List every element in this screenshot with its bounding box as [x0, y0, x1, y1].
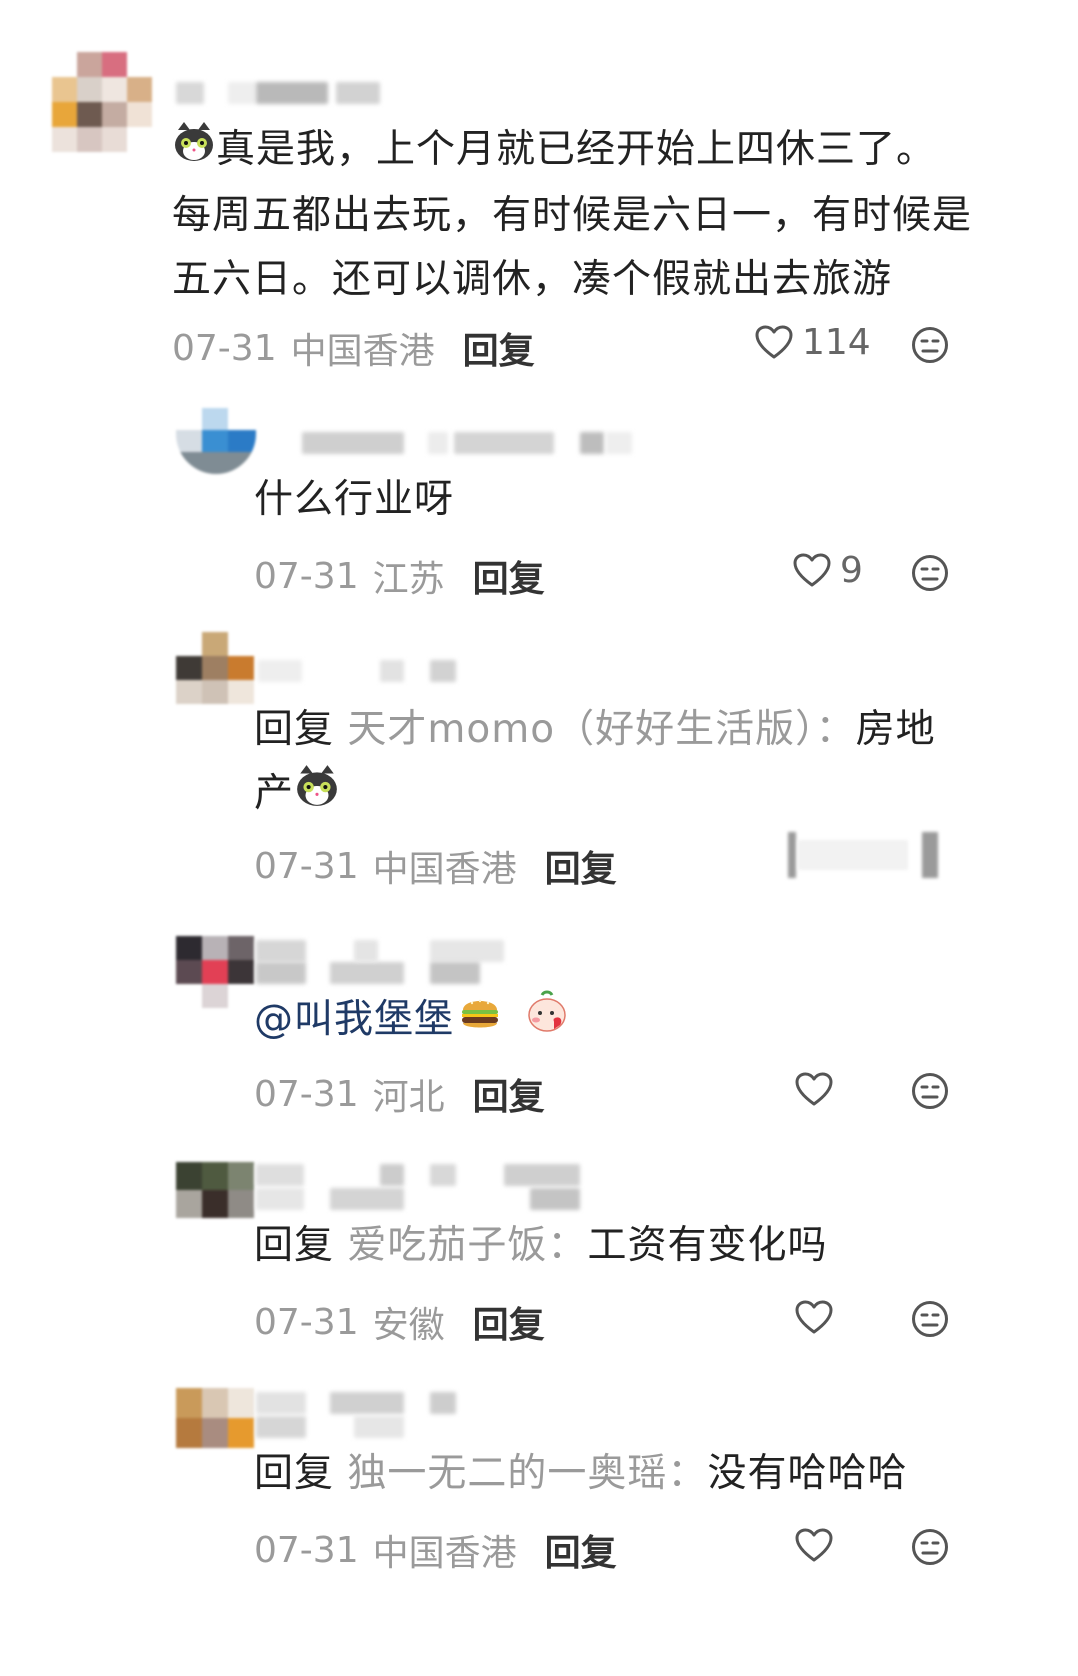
dislike-face-icon: [911, 555, 949, 596]
like-button[interactable]: 9: [792, 550, 863, 591]
reply-target-user[interactable]: 天才momo（好好生活版）：: [347, 707, 855, 752]
comment-body: 工资有变化吗: [587, 1223, 828, 1268]
comment-text: 什么行业呀: [254, 468, 954, 532]
avatar[interactable]: [176, 1162, 254, 1218]
cat-emoji: [294, 763, 340, 829]
comment-body: 真是我，上个月就已经开始上四休三了。每周五都出去玩，有时候是六日一，有时候是五六…: [172, 127, 973, 302]
reply-button[interactable]: 回复: [473, 1068, 545, 1120]
comment-location: 中国香港: [372, 1533, 517, 1574]
comment-date: 07-31: [172, 327, 277, 369]
comment-text: @叫我堡堡: [254, 988, 954, 1055]
avatar[interactable]: [176, 632, 254, 704]
reply-target-user[interactable]: 爱吃茄子饭：: [347, 1223, 587, 1268]
like-button[interactable]: [794, 1070, 834, 1110]
reply-button[interactable]: 回复: [463, 322, 535, 374]
comment-location: 河北: [372, 1077, 445, 1118]
comment-text: 回复 爱吃茄子饭：工资有变化吗: [254, 1214, 954, 1278]
comment-meta: 07-31 中国香港 回复: [172, 322, 535, 374]
heart-icon: [792, 551, 832, 591]
comment-text: 回复 独一无二的一奥瑶：没有哈哈哈: [254, 1442, 954, 1506]
dislike-face-icon: [911, 1529, 949, 1570]
dislike-button[interactable]: [911, 1528, 949, 1570]
comment-meta: 07-31 中国香港 回复: [254, 1524, 617, 1576]
reply-button[interactable]: 回复: [545, 1524, 617, 1576]
avatar[interactable]: [176, 408, 256, 474]
heart-icon: [794, 1298, 834, 1338]
reply-prefix: 回复: [254, 707, 335, 752]
like-count: 114: [802, 322, 871, 363]
heart-icon: [794, 1070, 834, 1110]
comment-meta: 07-31 中国香港 回复: [254, 840, 617, 892]
dislike-button[interactable]: [911, 1072, 949, 1114]
comment-date: 07-31: [254, 1301, 359, 1343]
comment-text: 回复 天才momo（好好生活版）：房地产: [254, 698, 954, 829]
comment-meta: 07-31 江苏 回复: [254, 550, 545, 602]
comment-location: 中国香港: [372, 849, 517, 890]
comment-date: 07-31: [254, 845, 359, 887]
heart-icon: [794, 1526, 834, 1566]
comment-date: 07-31: [254, 1073, 359, 1115]
dislike-face-icon: [911, 327, 949, 368]
like-count: 9: [840, 550, 863, 591]
comment-text: 真是我，上个月就已经开始上四休三了。每周五都出去玩，有时候是六日一，有时候是五六…: [172, 118, 972, 312]
heart-icon: [754, 323, 794, 363]
dislike-face-icon: [911, 1073, 949, 1114]
comment-date: 07-31: [254, 1529, 359, 1571]
reply-prefix: 回复: [254, 1223, 335, 1268]
comment-meta: 07-31 安徽 回复: [254, 1296, 545, 1348]
comment-date: 07-31: [254, 555, 359, 597]
reply-button[interactable]: 回复: [473, 1296, 545, 1348]
reply-button[interactable]: 回复: [473, 550, 545, 602]
comment-meta: 07-31 河北 回复: [254, 1068, 545, 1120]
dislike-button[interactable]: [911, 554, 949, 596]
burger-emoji: [458, 990, 502, 1054]
comment-body: 什么行业呀: [254, 477, 455, 522]
avatar[interactable]: [52, 52, 152, 152]
comment-location: 中国香港: [290, 331, 435, 372]
like-button[interactable]: [794, 1526, 834, 1566]
dislike-button[interactable]: [911, 1300, 949, 1342]
dislike-face-icon: [911, 1301, 949, 1342]
reply-button[interactable]: 回复: [545, 840, 617, 892]
reply-target-user[interactable]: 独一无二的一奥瑶：: [347, 1451, 707, 1496]
comment-body: 没有哈哈哈: [707, 1451, 908, 1496]
avatar[interactable]: [176, 1388, 254, 1448]
like-button[interactable]: [794, 1298, 834, 1338]
cat-emoji: [172, 120, 216, 184]
reply-prefix: 回复: [254, 1451, 335, 1496]
dislike-button[interactable]: [911, 326, 949, 368]
comment-location: 江苏: [372, 559, 445, 600]
like-button[interactable]: 114: [754, 322, 871, 363]
blushing-emoji: [524, 989, 570, 1055]
avatar[interactable]: [176, 936, 254, 1008]
comment-location: 安徽: [372, 1305, 445, 1346]
mention-link[interactable]: @叫我堡堡: [254, 997, 454, 1042]
